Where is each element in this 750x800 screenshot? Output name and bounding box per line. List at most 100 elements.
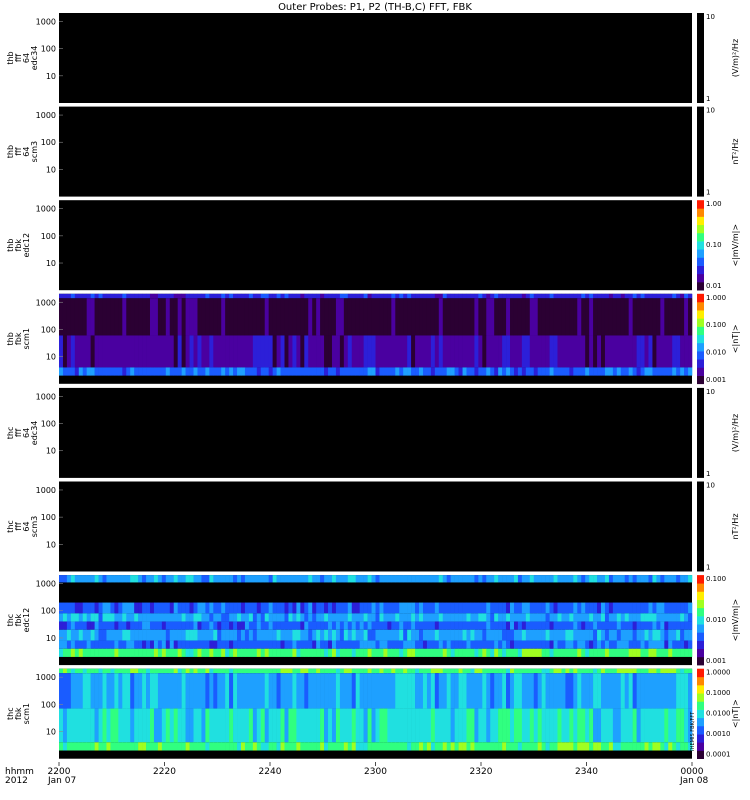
spectrogram-cell bbox=[359, 293, 364, 299]
spectrogram-cell bbox=[288, 640, 293, 649]
spectrogram-cell bbox=[78, 298, 84, 336]
spectrogram-cell bbox=[411, 367, 416, 376]
spectrogram-cell bbox=[221, 575, 226, 583]
spectrogram-cell bbox=[233, 673, 238, 709]
spectrogram-cell bbox=[248, 602, 254, 614]
spectrogram-cell bbox=[169, 575, 175, 583]
spectrogram-cell bbox=[680, 742, 685, 751]
spectrogram-cell bbox=[549, 298, 554, 336]
spectrogram-cell bbox=[585, 640, 590, 649]
spectrogram-cell bbox=[359, 640, 364, 649]
spectrogram-cell bbox=[506, 621, 511, 630]
spectrogram-cell bbox=[296, 742, 301, 751]
spectrogram-cell bbox=[335, 602, 341, 614]
spectrogram-cell bbox=[142, 668, 147, 674]
spectrogram-cell bbox=[142, 708, 147, 743]
spectrogram-cell bbox=[185, 621, 190, 630]
spectrogram-cell bbox=[470, 602, 475, 614]
spectrogram-cell bbox=[296, 613, 301, 622]
spectrogram-cell bbox=[604, 367, 610, 376]
spectrogram-cell bbox=[628, 335, 633, 368]
spectrogram-cell bbox=[225, 742, 230, 751]
spectrogram-cell bbox=[197, 708, 202, 743]
spectrogram-cell bbox=[545, 673, 550, 709]
spectrogram-cell bbox=[466, 673, 471, 709]
spectrogram-cell bbox=[664, 673, 669, 709]
spectrogram-cell bbox=[114, 621, 119, 630]
spectrogram-cell bbox=[399, 621, 404, 630]
spectrogram-cell bbox=[252, 293, 258, 299]
spectrogram-cell bbox=[434, 673, 440, 709]
spectrogram-cell bbox=[454, 640, 459, 649]
spectrogram-cell bbox=[450, 668, 455, 674]
spectrogram-cell bbox=[561, 298, 566, 336]
spectrogram-cell bbox=[399, 335, 404, 368]
spectrogram-cell bbox=[86, 629, 91, 641]
spectrogram-cell bbox=[510, 640, 515, 649]
spectrogram-cell bbox=[640, 621, 645, 630]
spectrogram-cell bbox=[612, 629, 618, 641]
spectrogram-cell bbox=[320, 621, 325, 630]
spectrogram-cell bbox=[122, 367, 127, 376]
spectrogram-cell bbox=[628, 575, 633, 583]
spectrogram-cell bbox=[74, 613, 80, 622]
spectrogram-cell bbox=[415, 629, 420, 641]
spectrogram-cell bbox=[209, 648, 214, 657]
colorbar-tick-label: 10 bbox=[706, 107, 715, 115]
spectrogram-cell bbox=[545, 335, 550, 368]
spectrogram-cell bbox=[300, 613, 305, 622]
spectrogram-cell bbox=[612, 367, 618, 376]
spectrogram-cell bbox=[118, 708, 123, 743]
spectrogram-cell bbox=[652, 367, 657, 376]
spectrogram-cell bbox=[181, 673, 186, 709]
spectrogram-cell bbox=[276, 602, 281, 614]
spectrogram-cell bbox=[624, 640, 629, 649]
spectrogram-cell bbox=[660, 293, 665, 299]
spectrogram-cell bbox=[565, 367, 570, 376]
spectrogram-cell bbox=[347, 602, 353, 614]
spectrogram-cell bbox=[628, 640, 633, 649]
spectrogram-cell bbox=[320, 673, 325, 709]
spectrogram-cell bbox=[185, 335, 190, 368]
spectrogram-cell bbox=[138, 367, 143, 376]
spectrogram-cell bbox=[593, 298, 598, 336]
spectrogram-panel: thc fbk edc121000100100.1000.0100.001<|mV/… bbox=[6, 575, 740, 666]
spectrogram-cell bbox=[601, 673, 606, 709]
spectrogram-cell bbox=[165, 742, 171, 751]
spectrogram-cell bbox=[197, 742, 202, 751]
spectrogram-cell bbox=[490, 640, 495, 649]
spectrogram-cell bbox=[585, 367, 590, 376]
spectrogram-cell bbox=[486, 640, 491, 649]
spectrogram-cell bbox=[644, 367, 649, 376]
spectrogram-cell bbox=[415, 640, 420, 649]
spectrogram-cell bbox=[648, 621, 653, 630]
spectrogram-cell bbox=[78, 668, 84, 674]
spectrogram-cell bbox=[454, 293, 459, 299]
spectrogram-cell bbox=[114, 602, 119, 614]
spectrogram-cell bbox=[98, 293, 103, 299]
spectrogram-cell bbox=[347, 673, 353, 709]
spectrogram-cell bbox=[620, 621, 626, 630]
spectrogram-cell bbox=[161, 648, 167, 657]
spectrogram-cell bbox=[624, 613, 629, 622]
spectrogram-cell bbox=[339, 648, 345, 657]
spectrogram-cell bbox=[126, 575, 131, 583]
spectrogram-cell bbox=[122, 648, 127, 657]
spectrogram-cell bbox=[78, 742, 84, 751]
spectrogram-cell bbox=[450, 621, 455, 630]
spectrogram-cell bbox=[415, 575, 420, 583]
spectrogram-cell bbox=[316, 708, 321, 743]
spectrogram-cell bbox=[82, 602, 87, 614]
spectrogram-cell bbox=[82, 298, 87, 336]
spectrogram-cell bbox=[529, 668, 535, 674]
spectrogram-cell bbox=[668, 621, 673, 630]
spectrogram-cell bbox=[502, 648, 507, 657]
spectrogram-cell bbox=[260, 602, 266, 614]
spectrogram-cell bbox=[233, 621, 238, 630]
spectrogram-cell bbox=[288, 298, 293, 336]
spectrogram-cell bbox=[577, 648, 582, 657]
spectrogram-cell bbox=[138, 640, 143, 649]
spectrogram-cell bbox=[237, 298, 242, 336]
spectrogram-cell bbox=[450, 298, 455, 336]
spectrogram-cell bbox=[102, 708, 107, 743]
